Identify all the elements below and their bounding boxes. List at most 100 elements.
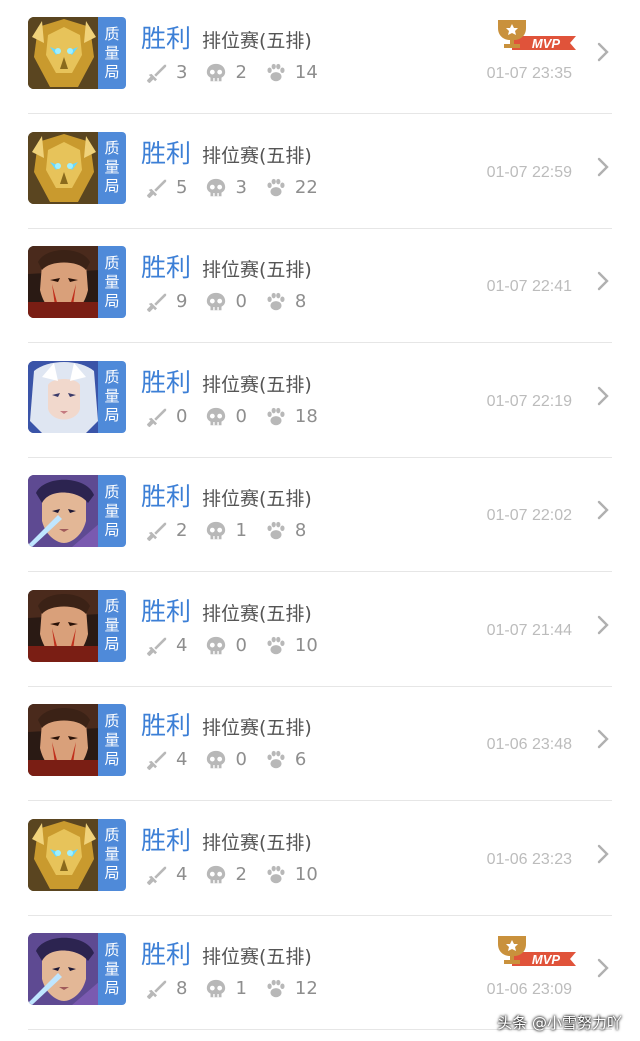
badge-char: 量: [104, 730, 120, 749]
chevron-right-icon[interactable]: [596, 384, 610, 408]
match-row[interactable]: 质量局 胜利 排位赛(五排) 5 3 22 01-07 22:59: [0, 115, 640, 229]
kills-stat: 9: [146, 291, 187, 313]
badge-char: 局: [104, 177, 120, 195]
kda-stats: 9 0 8: [146, 290, 324, 314]
deaths-stat: 3: [205, 176, 247, 199]
trophy-icon: MVP: [498, 20, 576, 51]
skull-icon: [207, 407, 226, 425]
match-row[interactable]: 质量局 胜利 排位赛(五排) 0 0 18 01-07 22:19: [0, 344, 640, 458]
badge-char: 局: [104, 291, 120, 310]
kda-stats: 4 0 6: [146, 748, 324, 772]
chevron-right-icon[interactable]: [596, 613, 610, 637]
match-time: 01-07 22:41: [486, 278, 572, 295]
assists-stat: 18: [265, 406, 318, 428]
sword-icon: [146, 866, 167, 885]
match-row[interactable]: 质量局 胜利 排位赛(五排) 4 0: [0, 687, 640, 801]
chevron-right-icon[interactable]: [596, 842, 610, 866]
skull-icon: [207, 63, 226, 82]
watermark: 头条 @小雪努力吖: [497, 1014, 622, 1032]
paw-icon: [267, 750, 285, 769]
quality-match-badge: 质量局: [98, 589, 126, 662]
kda-stats: 2 1 8: [146, 519, 324, 543]
match-result: 胜利: [141, 482, 192, 511]
skull-icon: [207, 865, 226, 883]
badge-char: 局: [104, 635, 120, 653]
kills-stat: 4: [146, 749, 187, 771]
kills-value: 4: [176, 749, 188, 770]
hero-avatar: [28, 17, 100, 89]
trophy-icon: MVP: [498, 936, 576, 967]
skull-icon: [207, 178, 226, 196]
svg-text:MVP: MVP: [532, 36, 561, 51]
match-mode: 排位赛(五排): [202, 602, 312, 625]
deaths-value: 2: [235, 863, 247, 885]
assists-stat: 10: [265, 864, 318, 886]
hero-avatar: [28, 360, 100, 433]
kills-stat: 4: [146, 864, 187, 886]
assists-stat: 6: [265, 749, 306, 771]
badge-char: 质: [104, 24, 120, 43]
quality-match-badge: 质量局: [98, 131, 126, 204]
match-row[interactable]: 质量局 胜利 排位赛(五排) 9 0 8 01-07 22:41: [0, 229, 640, 343]
sword-icon: [146, 980, 167, 1000]
kda-stats: 3 2 14: [146, 61, 336, 85]
badge-char: 量: [104, 616, 120, 634]
chevron-right-icon[interactable]: [596, 40, 610, 64]
kda-stats: 4 2 10: [146, 863, 336, 887]
sword-icon: [146, 408, 167, 427]
kda-stats: 4 0 10: [146, 634, 336, 658]
match-result: 胜利: [141, 596, 192, 626]
skull-icon: [207, 750, 226, 769]
kills-value: 0: [176, 405, 188, 427]
kills-stat: 0: [146, 406, 187, 428]
deaths-stat: 1: [205, 978, 247, 1000]
match-row[interactable]: 质量局 胜利 排位赛(五排) 3 2 14 01-07 23:35 MVP: [0, 0, 640, 114]
chevron-right-icon[interactable]: [596, 727, 610, 751]
match-row[interactable]: 质量局 胜利 排位赛(五排) 4 0: [0, 573, 640, 687]
golden-knight-avatar: [28, 818, 100, 891]
assists-value: 6: [294, 749, 307, 770]
match-mode: 排位赛(五排): [202, 717, 312, 739]
deaths-value: 0: [235, 291, 247, 312]
match-result: 胜利: [141, 253, 192, 282]
chevron-right-icon[interactable]: [596, 155, 610, 179]
kda-stats: 0 0 18: [146, 405, 336, 429]
chevron-right-icon[interactable]: [596, 269, 610, 293]
assists-value: 10: [294, 863, 318, 885]
assists-stat: 14: [265, 62, 318, 84]
match-time: 01-07 23:35: [486, 65, 572, 82]
badge-char: 质: [104, 940, 120, 959]
assists-stat: 8: [265, 520, 306, 542]
paw-icon: [267, 178, 285, 196]
match-time: 01-07 22:59: [486, 163, 572, 181]
hero-avatar: [28, 818, 100, 891]
kills-stat: 4: [146, 635, 187, 657]
chevron-right-icon[interactable]: [596, 956, 610, 980]
badge-char: 量: [104, 158, 120, 176]
match-result: 胜利: [141, 825, 192, 855]
match-row[interactable]: 质量局 胜利 排位赛(五排) 4 2 10 01-06 23:23: [0, 802, 640, 916]
deaths-value: 2: [235, 62, 247, 83]
badge-char: 局: [104, 749, 120, 768]
deaths-stat: 1: [205, 520, 247, 542]
sword-icon: [146, 637, 167, 656]
quality-match-badge: 质量局: [98, 818, 126, 891]
badge-char: 质: [104, 482, 120, 501]
assists-value: 14: [294, 62, 318, 83]
assists-stat: 10: [265, 635, 318, 657]
hero-avatar: [28, 246, 100, 318]
paw-icon: [267, 292, 285, 311]
match-time: 01-07 22:19: [486, 392, 572, 410]
match-time: 01-07 21:44: [486, 621, 572, 639]
kda-stats: 8 1 12: [146, 977, 336, 1001]
match-row[interactable]: 质量局 胜利 排位赛(五排) 2 1 8 01-07 22:02: [0, 458, 640, 572]
badge-char: 量: [104, 959, 120, 978]
deaths-value: 3: [235, 176, 247, 198]
assists-value: 22: [294, 176, 318, 198]
deaths-stat: 0: [205, 406, 247, 428]
chevron-right-icon[interactable]: [596, 498, 610, 522]
quality-match-badge: 质量局: [98, 933, 126, 1005]
red-warrior-avatar: [28, 246, 100, 318]
assists-stat: 8: [265, 291, 306, 313]
quality-match-badge: 质量局: [98, 475, 126, 547]
